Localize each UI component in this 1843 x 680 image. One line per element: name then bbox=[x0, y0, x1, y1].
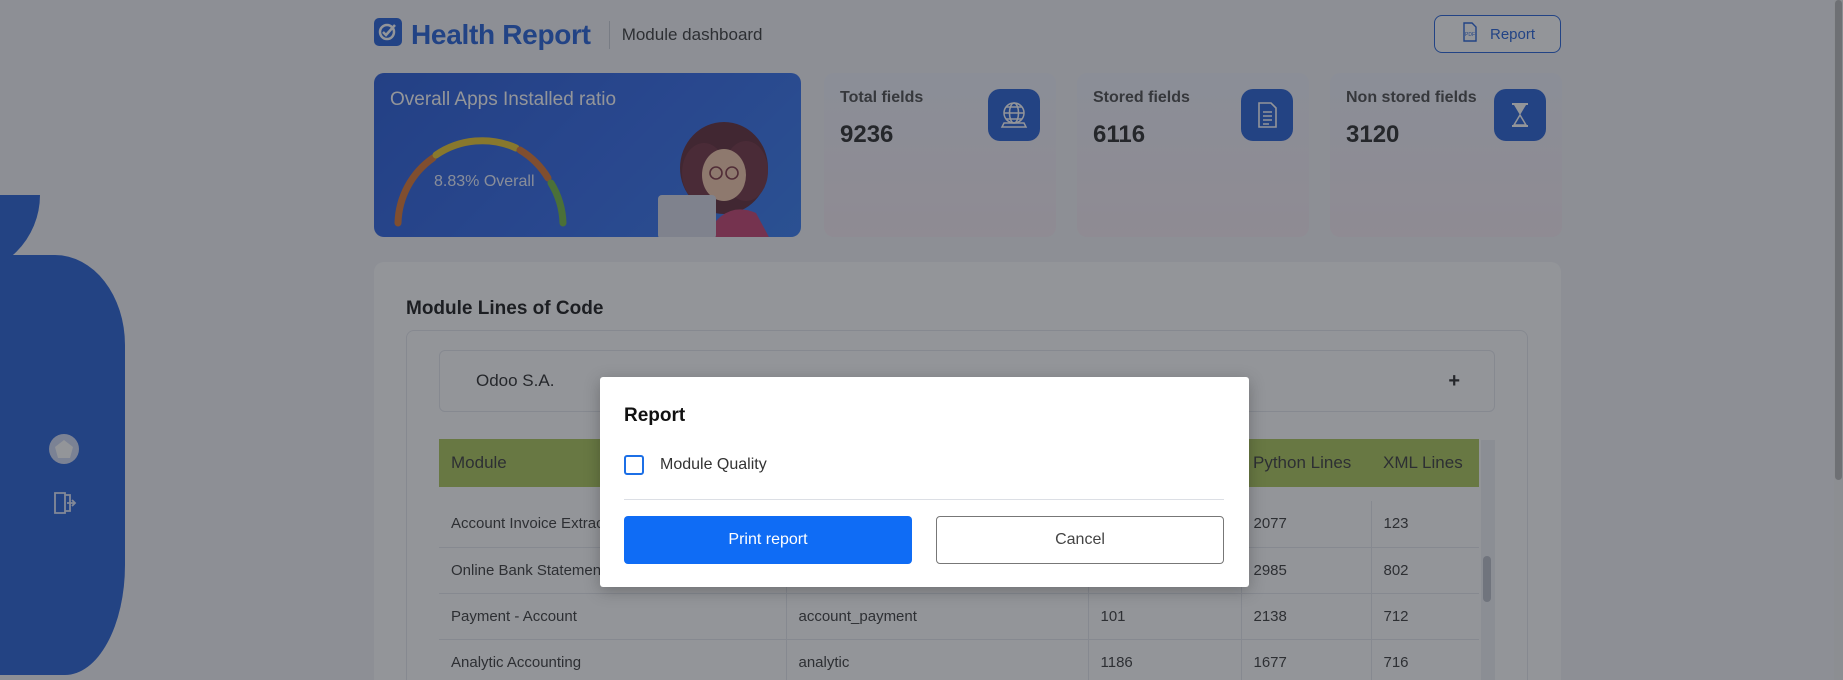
dialog-divider bbox=[624, 499, 1224, 500]
print-report-button[interactable]: Print report bbox=[624, 516, 912, 564]
module-quality-checkbox[interactable] bbox=[624, 455, 644, 475]
dialog-title: Report bbox=[624, 405, 686, 426]
cancel-button[interactable]: Cancel bbox=[936, 516, 1224, 564]
report-dialog: Report Module Quality Print report Cance… bbox=[600, 377, 1249, 587]
module-quality-label[interactable]: Module Quality bbox=[660, 456, 767, 474]
module-quality-option[interactable]: Module Quality bbox=[624, 455, 767, 475]
